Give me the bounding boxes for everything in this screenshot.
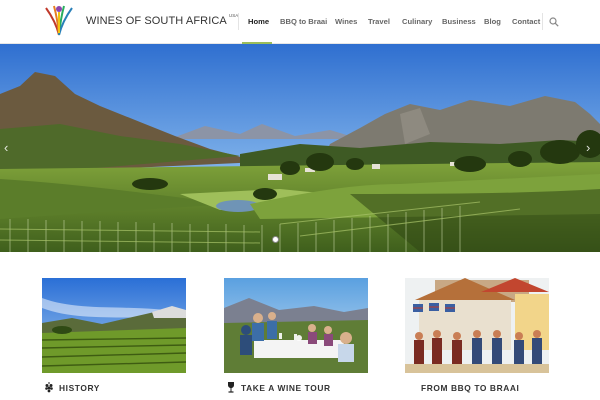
brand-title: WINES OF SOUTH AFRICA xyxy=(86,15,227,27)
hero-vineyard-image xyxy=(0,44,600,252)
nav-item-travel[interactable]: Travel xyxy=(368,17,390,26)
brand-logo[interactable] xyxy=(42,3,76,37)
history-card-image[interactable] xyxy=(42,278,186,373)
nav-item-wines[interactable]: Wines xyxy=(335,17,357,26)
history-card-title[interactable]: HISTORY xyxy=(59,383,100,393)
nav-item-blog[interactable]: Blog xyxy=(484,17,501,26)
nav-item-business[interactable]: Business xyxy=(442,17,476,26)
brand-region: USA xyxy=(228,13,239,18)
slider-dot[interactable] xyxy=(272,236,279,243)
wine-tour-card-title[interactable]: TAKE A WINE TOUR xyxy=(241,383,331,393)
nav-item-home[interactable]: Home xyxy=(248,17,269,26)
search-icon[interactable] xyxy=(549,17,559,27)
site-header: WINES OF SOUTH AFRICA USA Home BBQ to Bra… xyxy=(0,0,600,44)
grapes-icon xyxy=(45,382,53,393)
nav-divider xyxy=(238,13,239,30)
bbq-to-braai-card-title[interactable]: FROM BBQ TO BRAAI xyxy=(421,383,519,393)
bbq-to-braai-card-image[interactable] xyxy=(405,278,549,373)
nav-item-contact[interactable]: Contact xyxy=(512,17,540,26)
brand-name[interactable]: WINES OF SOUTH AFRICA USA xyxy=(86,13,238,27)
chevron-left-icon[interactable]: ‹ xyxy=(4,140,8,155)
nav-divider xyxy=(542,13,543,30)
wine-tour-card-image[interactable] xyxy=(224,278,368,373)
hero-slider[interactable]: ‹ › xyxy=(0,44,600,252)
chevron-right-icon[interactable]: › xyxy=(586,140,590,155)
wine-glass-icon xyxy=(228,382,234,393)
nav-item-bbq-to-braai[interactable]: BBQ to Braai xyxy=(280,17,327,26)
nav-item-culinary[interactable]: Culinary xyxy=(402,17,432,26)
